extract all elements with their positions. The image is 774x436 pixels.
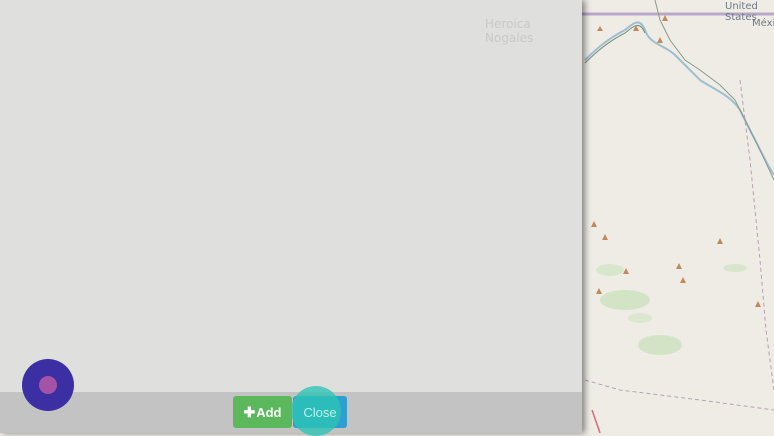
floating-action-button[interactable]	[22, 359, 74, 411]
add-button-label: Add	[256, 404, 282, 420]
map-label-heroica-nogales: Heroica Nogales	[485, 17, 534, 45]
record-dot-icon	[39, 376, 57, 394]
map-label-mexico: México	[752, 18, 774, 29]
side-panel: Heroica Nogales	[0, 0, 582, 433]
plus-icon: ✚	[243, 403, 256, 420]
close-button-label: Close	[303, 404, 337, 420]
add-button[interactable]: ✚ Add	[233, 396, 292, 428]
